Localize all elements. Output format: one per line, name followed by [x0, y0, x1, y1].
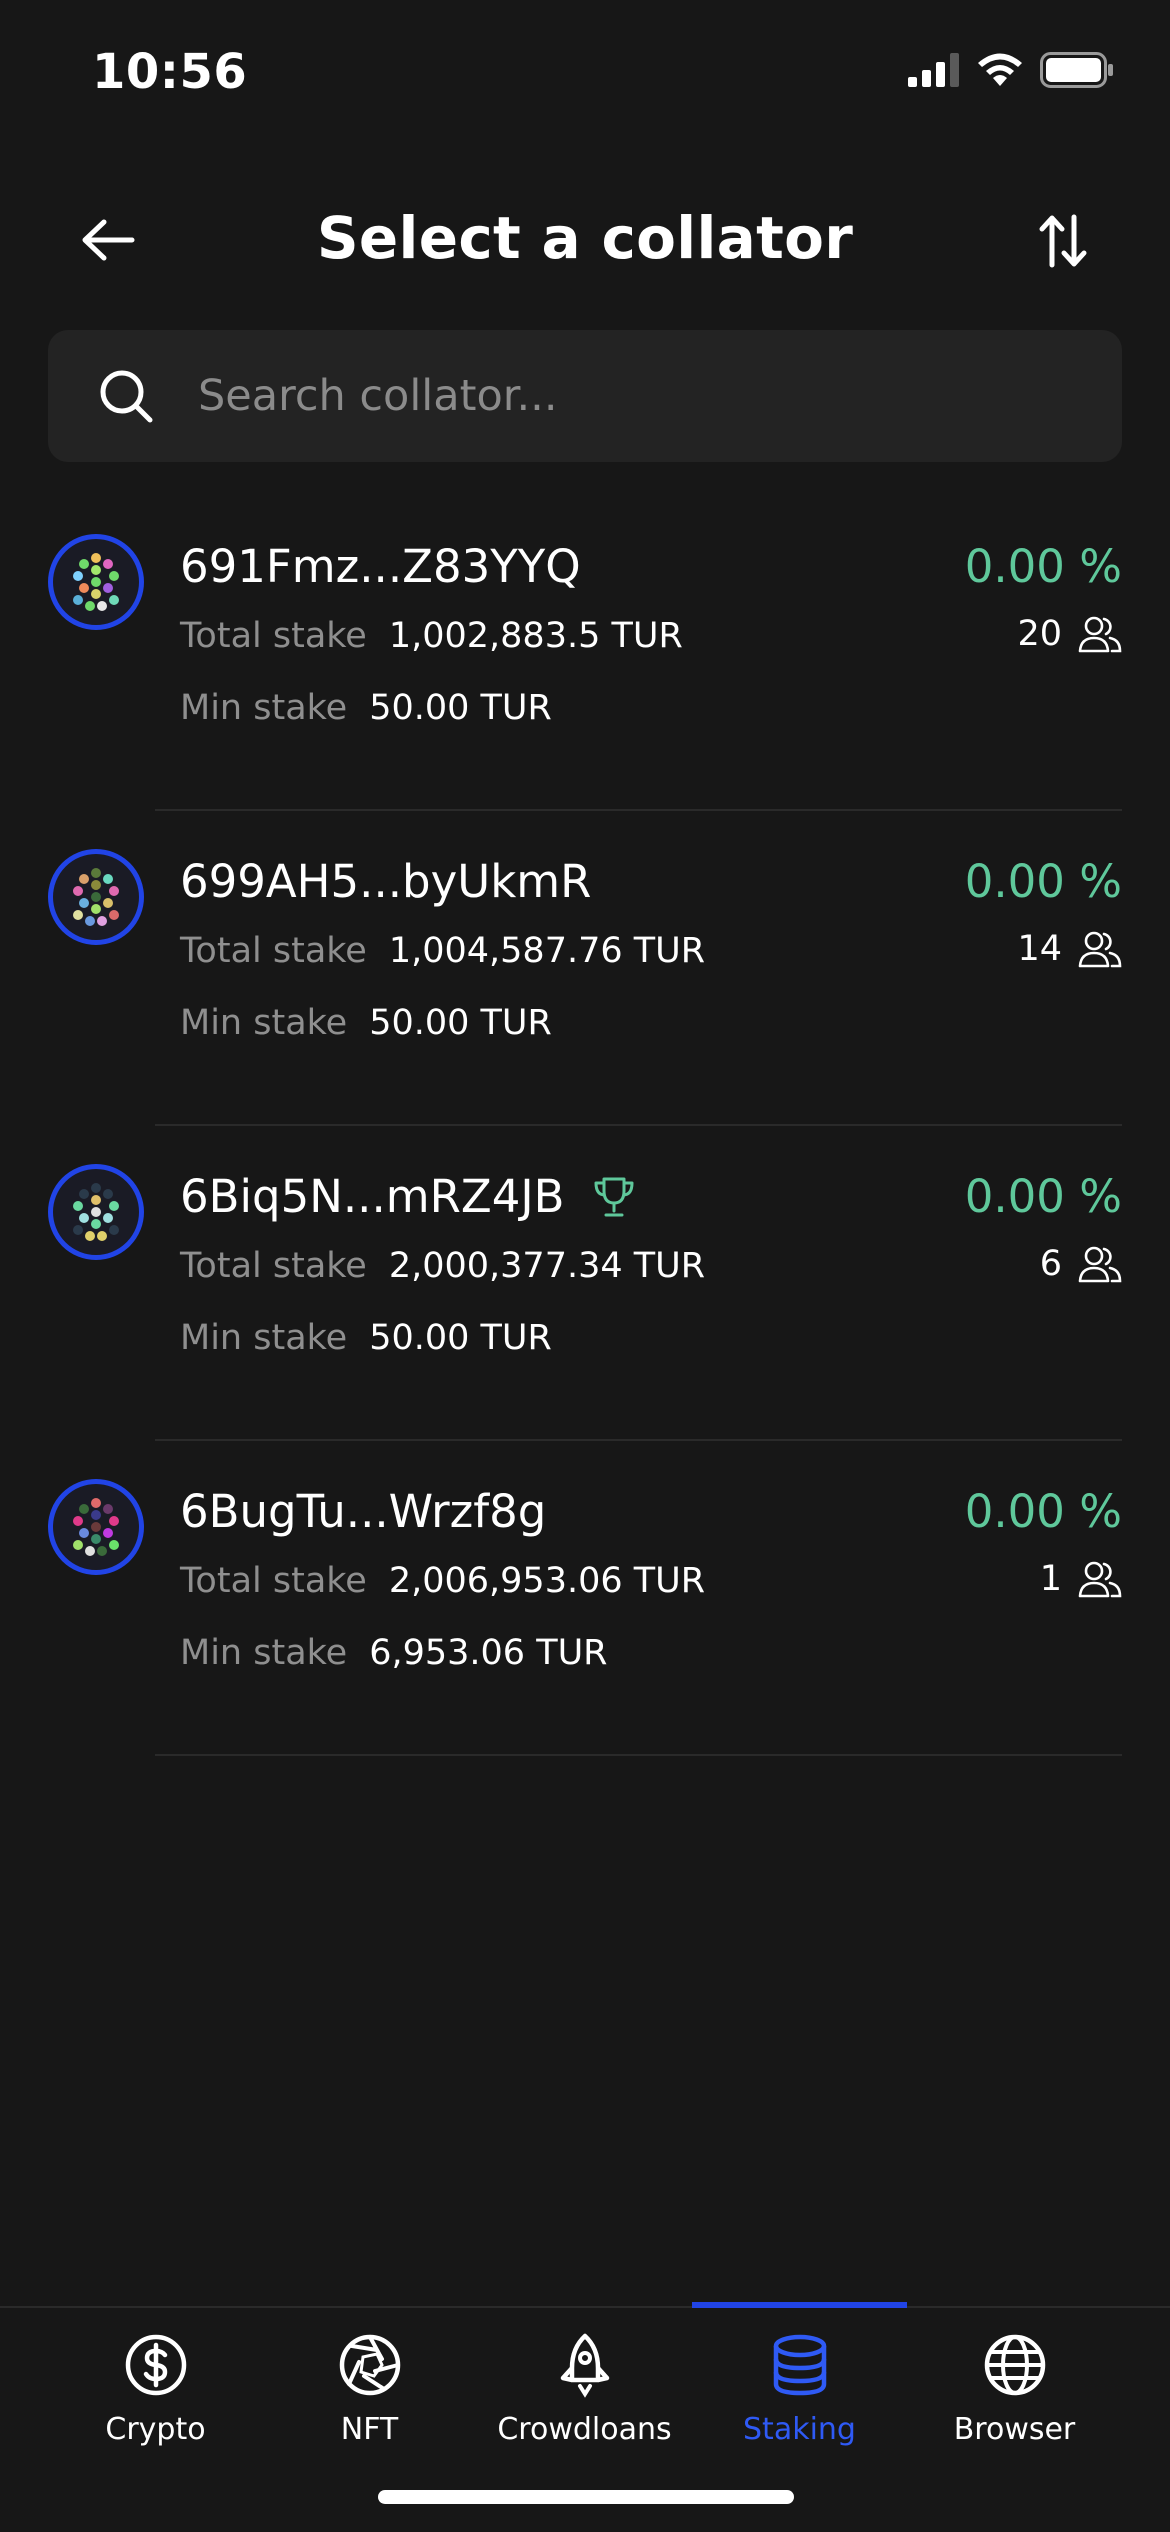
collator-avatar	[48, 534, 144, 630]
min-stake-value: 50.00 TUR	[369, 688, 552, 728]
min-stake: Min stake 50.00 TUR	[180, 1003, 552, 1043]
sort-button[interactable]	[1028, 206, 1098, 276]
collator-avatar	[48, 1479, 144, 1575]
collator-row[interactable]: 6Biq5N...mRZ4JB 0.00 % Total stake 2,000,…	[0, 1126, 1170, 1441]
min-stake-label: Min stake	[180, 1003, 348, 1043]
active-tab-indicator	[692, 2302, 907, 2308]
total-stake-label: Total stake	[180, 931, 367, 971]
status-time: 10:56	[92, 44, 248, 100]
total-stake-value: 1,002,883.5 TUR	[388, 616, 683, 656]
min-stake-value: 50.00 TUR	[369, 1318, 552, 1358]
min-stake-label: Min stake	[180, 1318, 348, 1358]
nominator-count: 6	[1040, 1244, 1122, 1284]
nominator-count: 20	[1017, 614, 1122, 654]
nav-label: Crowdloans	[497, 2412, 672, 2447]
rocket-icon	[560, 2333, 609, 2398]
nav-label: Crypto	[105, 2412, 206, 2447]
page-title: Select a collator	[316, 204, 854, 272]
nav-crypto[interactable]: Crypto	[48, 2332, 263, 2472]
collator-name: 6BugTu...Wrzf8g	[180, 1485, 547, 1538]
min-stake-value: 50.00 TUR	[369, 1003, 552, 1043]
collator-avatar	[48, 1164, 144, 1260]
collator-apy: 0.00 %	[964, 1485, 1122, 1538]
nav-label: Staking	[743, 2412, 856, 2447]
nav-browser[interactable]: Browser	[907, 2332, 1122, 2472]
collator-row[interactable]: 691Fmz...Z83YYQ 0.00 % Total stake 1,002,…	[0, 496, 1170, 811]
min-stake: Min stake 50.00 TUR	[180, 1318, 552, 1358]
total-stake: Total stake 2,000,377.34 TUR	[180, 1246, 705, 1286]
identicon-icon	[73, 1498, 119, 1556]
people-icon	[1078, 616, 1122, 653]
total-stake-label: Total stake	[180, 1246, 367, 1286]
total-stake: Total stake 2,006,953.06 TUR	[180, 1561, 705, 1601]
status-icons	[908, 52, 1114, 88]
nav-nft[interactable]: NFT	[262, 2332, 477, 2472]
people-icon	[1078, 1246, 1122, 1283]
globe-icon	[984, 2334, 1045, 2396]
collator-apy: 0.00 %	[964, 1170, 1122, 1223]
trophy-icon	[594, 1177, 634, 1216]
identicon-icon	[73, 553, 119, 611]
search-icon	[100, 370, 153, 423]
nav-staking[interactable]: Staking	[692, 2332, 907, 2472]
identicon-icon	[73, 868, 119, 926]
divider	[155, 1754, 1122, 1756]
collator-row[interactable]: 699AH5...byUkmR 0.00 % Total stake 1,004,…	[0, 811, 1170, 1126]
aperture-icon	[339, 2334, 400, 2396]
collator-name: 691Fmz...Z83YYQ	[180, 540, 581, 593]
header: Select a collator	[0, 190, 1170, 290]
nav-label: NFT	[340, 2412, 399, 2447]
total-stake: Total stake 1,002,883.5 TUR	[180, 616, 683, 656]
collator-row[interactable]: 6BugTu...Wrzf8g 0.00 % Total stake 2,006,…	[0, 1441, 1170, 1756]
total-stake-value: 1,004,587.76 TUR	[388, 931, 706, 971]
total-stake: Total stake 1,004,587.76 TUR	[180, 931, 705, 971]
collator-name: 699AH5...byUkmR	[180, 855, 592, 908]
nominator-count: 1	[1040, 1559, 1122, 1599]
people-icon	[1078, 1561, 1122, 1598]
search-box[interactable]	[48, 330, 1122, 462]
battery-icon	[1040, 52, 1113, 88]
nav-crowdloans[interactable]: Crowdloans	[477, 2332, 692, 2472]
search-input[interactable]	[198, 330, 1122, 462]
collator-apy: 0.00 %	[964, 540, 1122, 593]
collator-name: 6Biq5N...mRZ4JB	[180, 1170, 638, 1223]
total-stake-value: 2,000,377.34 TUR	[388, 1246, 706, 1286]
min-stake-label: Min stake	[180, 1633, 348, 1673]
min-stake: Min stake 6,953.06 TUR	[180, 1633, 608, 1673]
collator-avatar	[48, 849, 144, 945]
collator-list: 691Fmz...Z83YYQ 0.00 % Total stake 1,002,…	[0, 496, 1170, 1756]
min-stake-value: 6,953.06 TUR	[369, 1633, 608, 1673]
sort-arrows-icon	[1039, 214, 1087, 268]
total-stake-label: Total stake	[180, 616, 367, 656]
people-icon	[1078, 931, 1122, 968]
nominator-count: 14	[1017, 929, 1122, 969]
status-bar: 10:56	[0, 0, 1170, 150]
wifi-icon	[978, 53, 1022, 86]
identicon-icon	[73, 1183, 119, 1241]
dollar-circle-icon	[125, 2334, 186, 2396]
total-stake-label: Total stake	[180, 1561, 367, 1601]
collator-apy: 0.00 %	[964, 855, 1122, 908]
signal-icon	[908, 53, 959, 87]
database-icon	[773, 2334, 826, 2396]
screen: 10:56 Select a collator Search collator.…	[0, 0, 1170, 2532]
min-stake: Min stake 50.00 TUR	[180, 688, 552, 728]
total-stake-value: 2,006,953.06 TUR	[388, 1561, 706, 1601]
home-indicator[interactable]	[378, 2490, 794, 2504]
min-stake-label: Min stake	[180, 688, 348, 728]
nav-label: Browser	[953, 2412, 1076, 2447]
